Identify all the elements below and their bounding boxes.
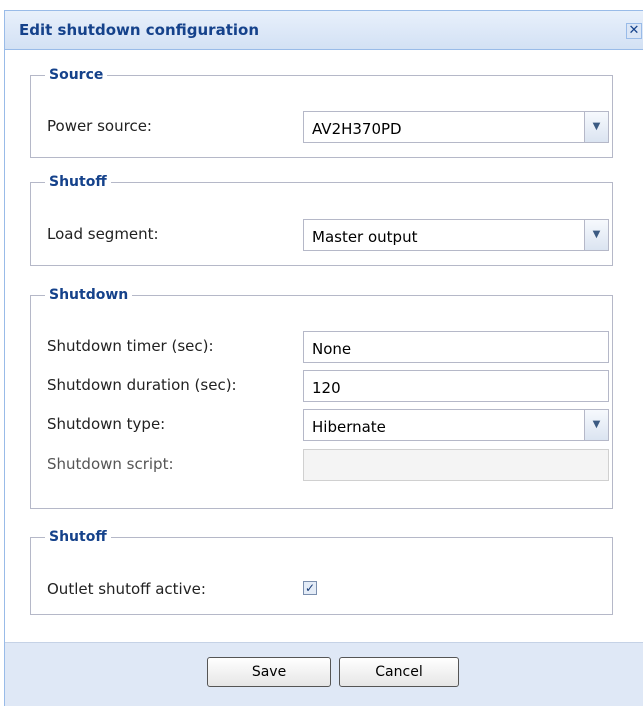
shutdown-script-row: Shutdown script: (47, 449, 609, 481)
shutdown-legend: Shutdown (49, 287, 129, 303)
shutoff-outlet-legend: Shutoff (49, 529, 107, 545)
chevron-down-icon[interactable]: ▼ (584, 112, 608, 142)
source-fieldset: Source Power source: AV2H370PD ▼ (30, 67, 613, 158)
shutdown-timer-input[interactable]: None (303, 331, 609, 363)
load-segment-row: Load segment: Master output ▼ (47, 219, 609, 251)
shutdown-type-value: Hibernate (312, 418, 386, 436)
save-button[interactable]: Save (207, 657, 331, 687)
shutdown-duration-input[interactable]: 120 (303, 370, 609, 402)
shutdown-timer-value: None (312, 340, 352, 358)
shutdown-fieldset: Shutdown Shutdown timer (sec): None Shut… (30, 287, 613, 509)
shutdown-script-input (303, 449, 609, 481)
dialog-body: Source Power source: AV2H370PD ▼ Shutoff… (5, 50, 643, 642)
cancel-button[interactable]: Cancel (339, 657, 459, 687)
power-source-label: Power source: (47, 117, 152, 135)
power-source-select[interactable]: AV2H370PD ▼ (303, 111, 609, 143)
load-segment-value: Master output (312, 228, 418, 246)
shutdown-timer-label: Shutdown timer (sec): (47, 337, 214, 355)
chevron-down-icon[interactable]: ▼ (584, 410, 608, 440)
edit-shutdown-dialog: Edit shutdown configuration ✕ Source Pow… (4, 10, 643, 706)
power-source-row: Power source: AV2H370PD ▼ (47, 111, 609, 143)
outlet-shutoff-checkbox[interactable]: ✓ (303, 581, 317, 595)
power-source-value: AV2H370PD (312, 120, 402, 138)
chevron-down-icon[interactable]: ▼ (584, 220, 608, 250)
outlet-shutoff-label: Outlet shutoff active: (47, 580, 206, 598)
shutdown-type-label: Shutdown type: (47, 415, 166, 433)
source-legend: Source (49, 67, 104, 83)
load-segment-select[interactable]: Master output ▼ (303, 219, 609, 251)
shutdown-duration-label: Shutdown duration (sec): (47, 376, 237, 394)
shutdown-type-row: Shutdown type: Hibernate ▼ (47, 409, 609, 441)
load-segment-label: Load segment: (47, 225, 159, 243)
close-icon[interactable]: ✕ (626, 23, 642, 39)
shutoff-segment-legend: Shutoff (49, 174, 107, 190)
shutdown-timer-row: Shutdown timer (sec): None (47, 331, 609, 363)
shutdown-type-select[interactable]: Hibernate ▼ (303, 409, 609, 441)
dialog-footer: Save Cancel (5, 642, 643, 706)
shutdown-script-label: Shutdown script: (47, 455, 174, 473)
shutoff-outlet-fieldset: Shutoff Outlet shutoff active: ✓ (30, 529, 613, 615)
shutoff-segment-fieldset: Shutoff Load segment: Master output ▼ (30, 174, 613, 266)
dialog-titlebar[interactable]: Edit shutdown configuration ✕ (5, 10, 643, 50)
shutdown-duration-row: Shutdown duration (sec): 120 (47, 370, 609, 402)
outlet-shutoff-row: Outlet shutoff active: ✓ (47, 578, 607, 610)
shutdown-duration-value: 120 (312, 379, 341, 397)
dialog-title: Edit shutdown configuration (19, 21, 259, 39)
